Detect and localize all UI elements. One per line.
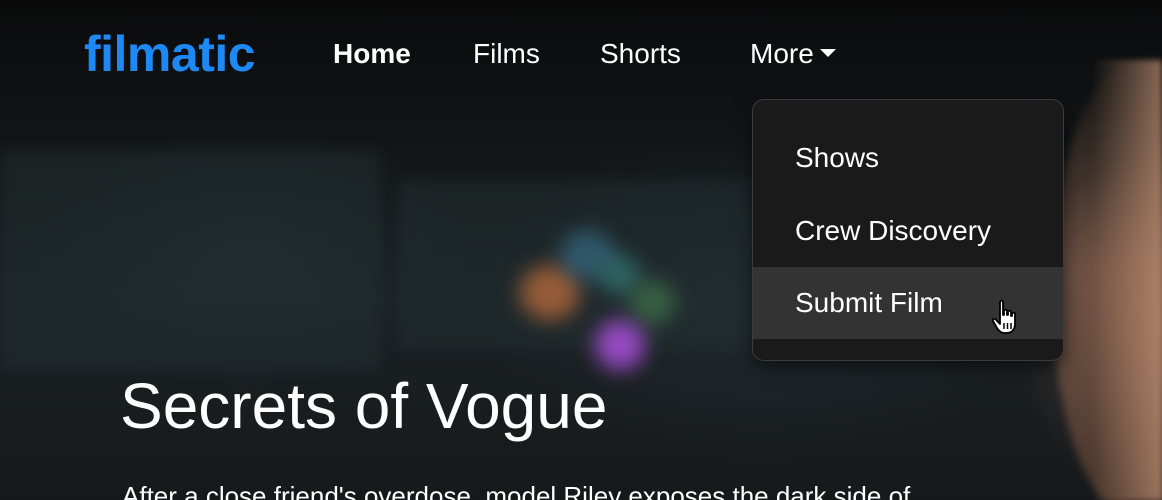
- caret-down-icon: [819, 49, 836, 57]
- nav-dropdown-more[interactable]: More: [750, 36, 836, 72]
- dropdown-item-crew-discovery[interactable]: Crew Discovery: [753, 195, 1063, 267]
- hero-description: After a close friend's overdose, model R…: [122, 481, 911, 500]
- nav-link-shorts[interactable]: Shorts: [600, 36, 681, 72]
- brand-logo[interactable]: filmatic: [84, 24, 256, 84]
- nav-link-home[interactable]: Home: [333, 36, 411, 72]
- hero-title: Secrets of Vogue: [120, 370, 608, 442]
- page: filmatic Home Films Shorts More Shows Cr…: [0, 0, 1162, 500]
- hand-pointer-icon: [991, 299, 1016, 334]
- navbar: filmatic Home Films Shorts More: [0, 0, 1162, 110]
- nav-link-more-label: More: [750, 38, 814, 69]
- dropdown-item-shows[interactable]: Shows: [753, 122, 1063, 194]
- nav-link-films[interactable]: Films: [473, 36, 540, 72]
